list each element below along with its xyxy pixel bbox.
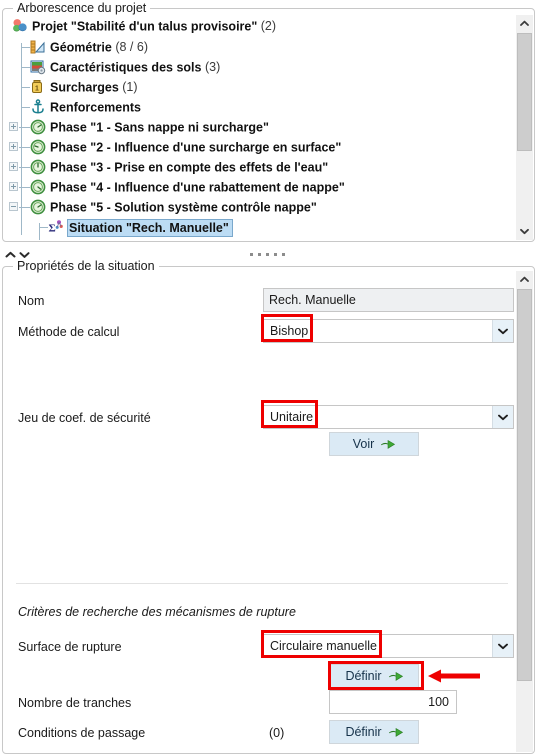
methode-de-calcul-value: Bishop bbox=[270, 324, 309, 338]
situation-icon: Σ bbox=[48, 219, 64, 235]
tree-node-geometrie[interactable]: Géométrie (8 / 6) bbox=[4, 37, 516, 57]
chevron-up-icon bbox=[520, 20, 529, 26]
nombre-de-tranches-label: Nombre de tranches bbox=[18, 696, 132, 710]
tree-node-label: Caractéristiques des sols bbox=[50, 60, 202, 75]
conditions-de-passage-count: (0) bbox=[269, 726, 285, 740]
tree-node-phase-3[interactable]: Phase "3 - Prise en compte des effets de… bbox=[4, 157, 516, 177]
tree-expander-minus-icon[interactable] bbox=[9, 202, 18, 211]
surface-de-rupture-label: Surface de rupture bbox=[18, 640, 122, 654]
tree-node-phase-4[interactable]: Phase "4 - Influence d'une rabattement d… bbox=[4, 177, 516, 197]
chevron-down-icon[interactable] bbox=[492, 320, 513, 342]
green-arrow-icon bbox=[388, 726, 403, 738]
svg-text:Σ: Σ bbox=[49, 223, 56, 235]
svg-text:1: 1 bbox=[35, 86, 39, 93]
tree-expander-plus-icon[interactable] bbox=[9, 142, 18, 151]
tree-expander-plus-icon[interactable] bbox=[9, 182, 18, 191]
tree-scroll-up-button[interactable] bbox=[516, 15, 533, 32]
red-left-arrow-icon bbox=[428, 668, 480, 687]
tree-node-label: Renforcements bbox=[50, 100, 141, 115]
green-arrow-icon bbox=[388, 670, 403, 682]
tree-node-label: Géométrie bbox=[50, 40, 112, 55]
tree-node-count: (3) bbox=[204, 60, 221, 74]
methode-de-calcul-label: Méthode de calcul bbox=[18, 325, 120, 339]
properties-scrollbar[interactable] bbox=[516, 271, 533, 752]
anchor-icon bbox=[30, 99, 46, 115]
definir-surface-button-label: Définir bbox=[345, 669, 382, 683]
tree-node-renforcements[interactable]: Renforcements bbox=[4, 97, 516, 117]
tree-node-phase-2[interactable]: Phase "2 - Influence d'une surcharge en … bbox=[4, 137, 516, 157]
properties-scroll-thumb[interactable] bbox=[517, 289, 532, 681]
voir-button[interactable]: Voir bbox=[329, 432, 419, 456]
grip-dots-icon[interactable] bbox=[250, 253, 290, 256]
nom-label: Nom bbox=[18, 294, 45, 308]
chevron-up-icon bbox=[5, 251, 16, 258]
phase-icon bbox=[30, 139, 46, 155]
methode-de-calcul-combo[interactable]: Bishop bbox=[263, 319, 514, 343]
phase-icon bbox=[30, 179, 46, 195]
tree-node-label: Phase "2 - Influence d'une surcharge en … bbox=[50, 140, 342, 155]
jeu-coef-securite-combo[interactable]: Unitaire bbox=[263, 405, 514, 429]
definir-surface-button[interactable]: Définir bbox=[329, 664, 419, 688]
tree-scroll-thumb[interactable] bbox=[517, 33, 532, 151]
chevron-down-icon[interactable] bbox=[492, 635, 513, 657]
definir-passage-button[interactable]: Définir bbox=[329, 720, 419, 744]
phase-icon bbox=[30, 119, 46, 135]
tree-node-situation[interactable]: Σ Situation "Rech. Manuelle" bbox=[4, 217, 516, 237]
project-tree-panel: Arborescence du projet Projet "Stabilité… bbox=[2, 1, 535, 242]
chevron-down-icon bbox=[19, 252, 30, 258]
tree-node-count: (2) bbox=[260, 19, 277, 33]
tree-node-label: Phase "3 - Prise en compte des effets de… bbox=[50, 160, 329, 175]
tree-scroll-down-button[interactable] bbox=[516, 223, 533, 240]
tree-expander-plus-icon[interactable] bbox=[9, 162, 18, 171]
section-separator bbox=[16, 583, 508, 584]
tree-node-count: (1) bbox=[122, 80, 138, 94]
tree-node-label: Phase "5 - Solution système contrôle nap… bbox=[50, 200, 317, 215]
tree-node-surcharges[interactable]: 1 Surcharges (1) bbox=[4, 77, 516, 97]
tree-node-label: Phase "4 - Influence d'une rabattement d… bbox=[50, 180, 345, 195]
tree-scrollbar[interactable] bbox=[516, 15, 533, 240]
definir-passage-button-label: Définir bbox=[345, 725, 382, 739]
project-icon bbox=[12, 18, 28, 34]
tree-node-count: (8 / 6) bbox=[115, 40, 148, 54]
surface-de-rupture-combo[interactable]: Circulaire manuelle bbox=[263, 634, 514, 658]
jeu-coef-securite-value: Unitaire bbox=[270, 410, 314, 424]
tree-expander-plus-icon[interactable] bbox=[9, 122, 18, 131]
tree-node-label: Surcharges bbox=[50, 80, 119, 95]
tree-node-label: Projet "Stabilité d'un talus provisoire" bbox=[32, 19, 258, 34]
geometry-icon bbox=[30, 39, 46, 55]
criteres-section-title: Critères de recherche des mécanismes de … bbox=[18, 605, 296, 619]
tree-node-label-selected: Situation "Rech. Manuelle" bbox=[67, 218, 233, 237]
soil-properties-icon bbox=[30, 59, 46, 75]
surcharge-icon: 1 bbox=[30, 79, 46, 95]
tree-node-phase-5[interactable]: Phase "5 - Solution système contrôle nap… bbox=[4, 197, 516, 217]
green-arrow-icon bbox=[381, 438, 396, 450]
chevron-down-icon[interactable] bbox=[492, 406, 513, 428]
phase-icon bbox=[30, 159, 46, 175]
project-tree-legend: Arborescence du projet bbox=[13, 1, 151, 15]
project-tree[interactable]: Projet "Stabilité d'un talus provisoire"… bbox=[4, 15, 516, 240]
phase-icon bbox=[30, 199, 46, 215]
nom-field[interactable]: Rech. Manuelle bbox=[263, 288, 514, 312]
tree-node-projet[interactable]: Projet "Stabilité d'un talus provisoire"… bbox=[4, 15, 516, 37]
tree-node-label: Phase "1 - Sans nappe ni surcharge" bbox=[50, 120, 269, 135]
chevron-up-icon bbox=[520, 276, 529, 282]
tree-node-phase-1[interactable]: Phase "1 - Sans nappe ni surcharge" bbox=[4, 117, 516, 137]
conditions-de-passage-label: Conditions de passage bbox=[18, 726, 146, 740]
chevron-down-icon bbox=[520, 228, 529, 235]
properties-scroll-up-button[interactable] bbox=[516, 271, 533, 288]
jeu-coef-securite-label: Jeu de coef. de sécurité bbox=[18, 411, 151, 425]
nombre-de-tranches-input[interactable]: 100 bbox=[329, 690, 457, 714]
tree-node-caracteristiques-des-sols[interactable]: Caractéristiques des sols (3) bbox=[4, 57, 516, 77]
surface-de-rupture-value: Circulaire manuelle bbox=[270, 639, 377, 653]
voir-button-label: Voir bbox=[352, 437, 375, 451]
